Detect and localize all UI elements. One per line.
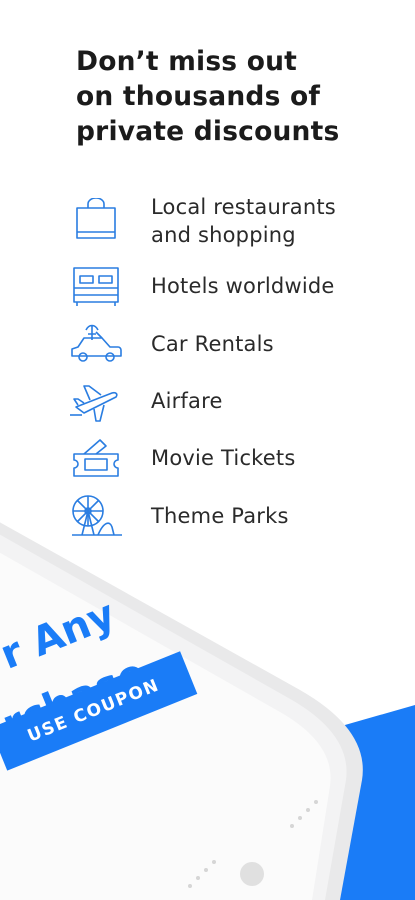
feature-label-shopping: Local restaurants and shopping	[151, 195, 336, 247]
ferris-wheel-icon	[68, 493, 124, 537]
feature-label-car-rentals: Car Rentals	[151, 332, 274, 356]
bed-icon	[68, 264, 124, 308]
feature-label-theme-parks: Theme Parks	[151, 504, 289, 528]
feature-label-hotels: Hotels worldwide	[151, 274, 335, 298]
car-icon	[68, 322, 124, 366]
feature-label-movie-tickets: Movie Tickets	[151, 446, 296, 470]
ticket-icon	[68, 436, 124, 480]
airplane-icon	[68, 379, 124, 423]
shopping-bag-icon	[68, 198, 124, 242]
feature-list: Local restaurants and shopping Hotels wo…	[0, 0, 415, 560]
feature-label-airfare: Airfare	[151, 389, 223, 413]
